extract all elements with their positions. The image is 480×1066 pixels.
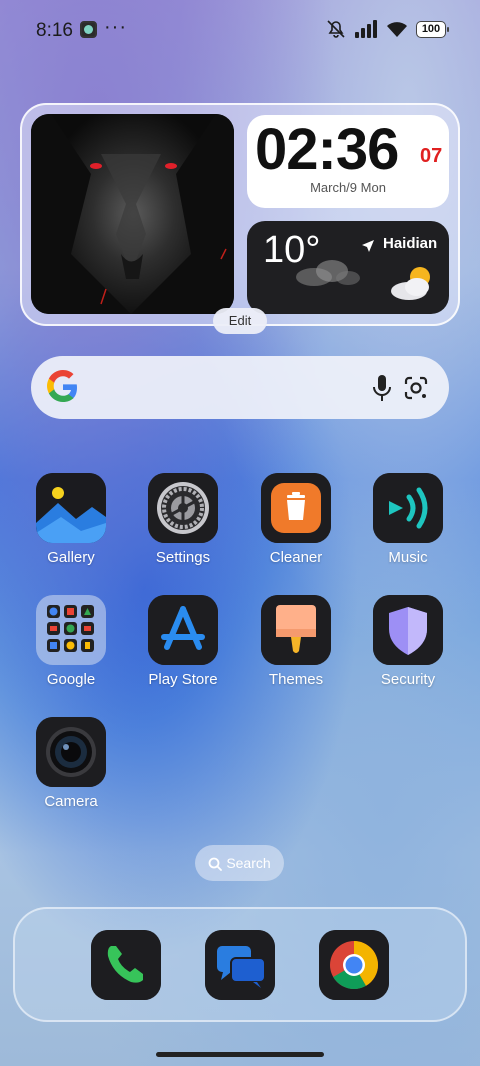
partly-cloudy-icon [391,267,430,300]
app-play-store[interactable]: Play Store [133,595,233,688]
shield-icon [373,595,443,665]
wolf-image [31,114,234,314]
home-indicator[interactable] [156,1052,324,1057]
home-search-button[interactable]: Search [195,845,284,881]
status-bar: 8:16 ··· 100 [0,0,480,60]
app-label-cleaner: Cleaner [269,549,323,566]
app-camera[interactable]: Camera [21,717,121,810]
camera-lens-icon [36,717,106,787]
mute-icon [327,20,345,38]
battery-icon: 100 [416,20,449,38]
app-gallery[interactable]: Gallery [21,473,121,566]
app-label-settings: Settings [155,549,211,566]
weather-widget[interactable]: 10° Haidian [247,221,449,314]
mic-icon[interactable] [370,373,394,403]
app-cleaner[interactable]: Cleaner [246,473,346,566]
home-search-label: Search [226,855,271,871]
clock-widget[interactable]: 02:36 07 March/9 Mon [247,115,449,208]
phone-icon [91,930,161,1000]
location-arrow-icon [362,240,374,252]
edit-widgets-button[interactable]: Edit [213,308,267,334]
search-icon [208,857,223,871]
google-search-bar[interactable] [31,356,449,419]
app-settings[interactable]: Settings [133,473,233,566]
signal-icon [355,20,377,38]
app-themes[interactable]: Themes [246,595,346,688]
clock-time: 02:36 [255,117,399,182]
app-label-google: Google [46,671,96,688]
clock-seconds: 07 [420,145,443,167]
folder-icon [36,595,106,665]
status-time: 8:16 [36,20,73,41]
app-label-security: Security [380,671,436,688]
paintbrush-icon [261,595,331,665]
dock-messages[interactable] [205,930,275,1000]
google-lens-icon[interactable] [403,375,429,401]
app-folder-google[interactable]: Google [21,595,121,688]
gallery-icon [36,473,106,543]
app-label-play-store: Play Store [148,671,218,688]
cloud-icon [296,260,360,286]
weather-location: Haidian [383,235,438,252]
notification-app-icon [80,21,97,38]
app-label-themes: Themes [268,671,324,688]
app-label-camera: Camera [44,793,98,810]
music-play-icon [373,473,443,543]
app-music[interactable]: Music [358,473,458,566]
more-notifications-icon: ··· [104,16,127,38]
trash-icon [261,473,331,543]
chrome-icon [319,930,389,1000]
messages-icon [205,930,275,1000]
dock-phone[interactable] [91,930,161,1000]
app-label-gallery: Gallery [47,549,95,566]
google-logo-icon [47,370,77,402]
app-label-music: Music [388,549,428,566]
settings-gear-icon [148,473,218,543]
photo-widget-wolf-image[interactable] [31,114,234,314]
app-security[interactable]: Security [358,595,458,688]
app-store-icon [148,595,218,665]
dock-chrome[interactable] [319,930,389,1000]
wifi-icon [387,22,407,37]
clock-date: March/9 Mon [310,180,386,195]
